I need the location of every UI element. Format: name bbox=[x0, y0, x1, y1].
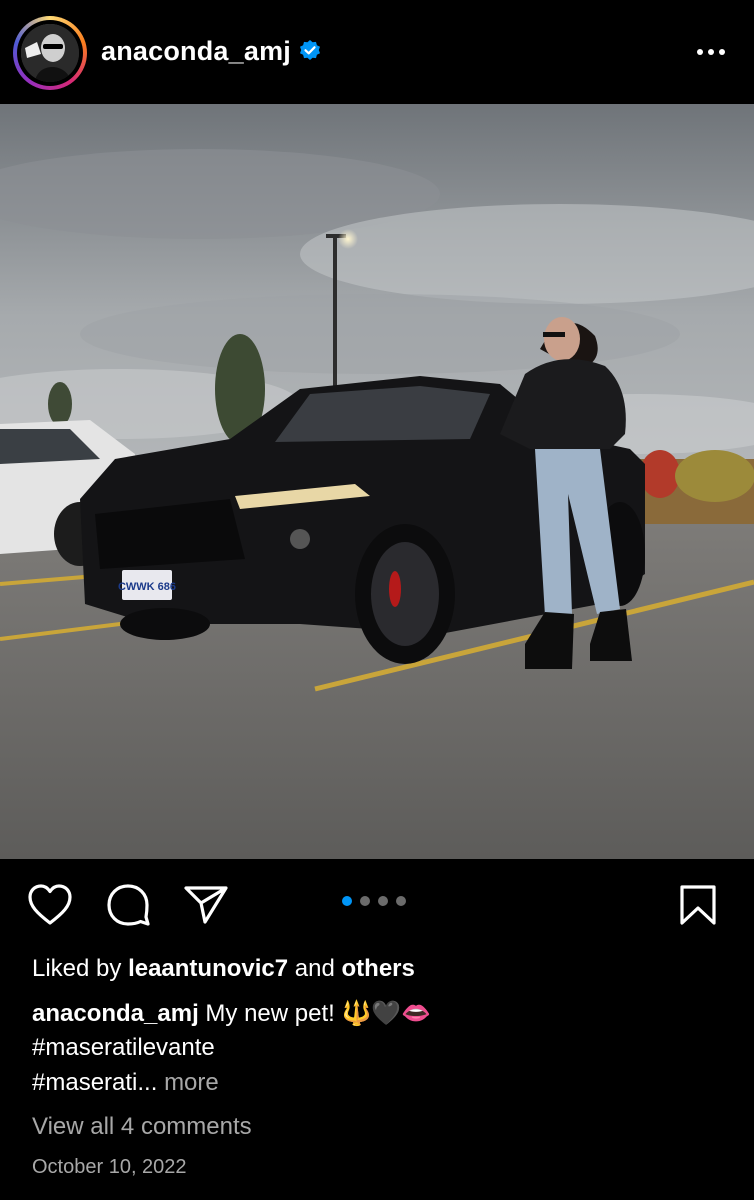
avatar-photo bbox=[21, 24, 79, 82]
carousel-dot-4 bbox=[396, 896, 406, 906]
profile-avatar[interactable] bbox=[21, 24, 79, 82]
share-icon[interactable] bbox=[183, 884, 229, 926]
post-username[interactable]: anaconda_amj bbox=[101, 36, 291, 67]
more-horizontal-icon[interactable] bbox=[695, 42, 729, 62]
likes-user[interactable]: leaantunovic7 bbox=[128, 955, 288, 982]
license-plate: CWWK 686 bbox=[118, 581, 176, 593]
likes-joiner: and bbox=[294, 955, 335, 982]
post-date: October 10, 2022 bbox=[32, 1156, 187, 1178]
caption-username[interactable]: anaconda_amj bbox=[32, 1000, 199, 1027]
carousel-dot-3 bbox=[378, 896, 388, 906]
likes-line: Liked by leaantunovic7 and others bbox=[32, 955, 415, 983]
hashtag-maserati[interactable]: #maserati... bbox=[32, 1069, 157, 1096]
caption-line: anaconda_amj My new pet! 🔱🖤👄 bbox=[32, 999, 431, 1028]
more-link[interactable]: more bbox=[164, 1069, 219, 1096]
post-photo[interactable]: CWWK 686 bbox=[0, 104, 754, 859]
caption-line-3: #maserati... more bbox=[32, 1069, 219, 1097]
heart-icon[interactable] bbox=[27, 883, 73, 927]
likes-others[interactable]: others bbox=[342, 955, 415, 982]
view-comments-link[interactable]: View all 4 comments bbox=[32, 1113, 252, 1141]
verified-badge-icon bbox=[300, 40, 320, 60]
carousel-dot-1 bbox=[342, 896, 352, 906]
post-header: anaconda_amj bbox=[0, 0, 754, 104]
hashtag-maseratilevante[interactable]: #maseratilevante bbox=[32, 1034, 215, 1062]
bookmark-icon[interactable] bbox=[678, 884, 718, 926]
caption-text: My new pet! 🔱🖤👄 bbox=[205, 1000, 432, 1027]
carousel-dot-2 bbox=[360, 896, 370, 906]
likes-prefix: Liked by bbox=[32, 955, 122, 982]
carousel-indicator bbox=[342, 896, 406, 906]
comment-icon[interactable] bbox=[105, 883, 151, 927]
photo-scene: CWWK 686 bbox=[0, 104, 754, 859]
story-ring[interactable] bbox=[13, 16, 87, 90]
